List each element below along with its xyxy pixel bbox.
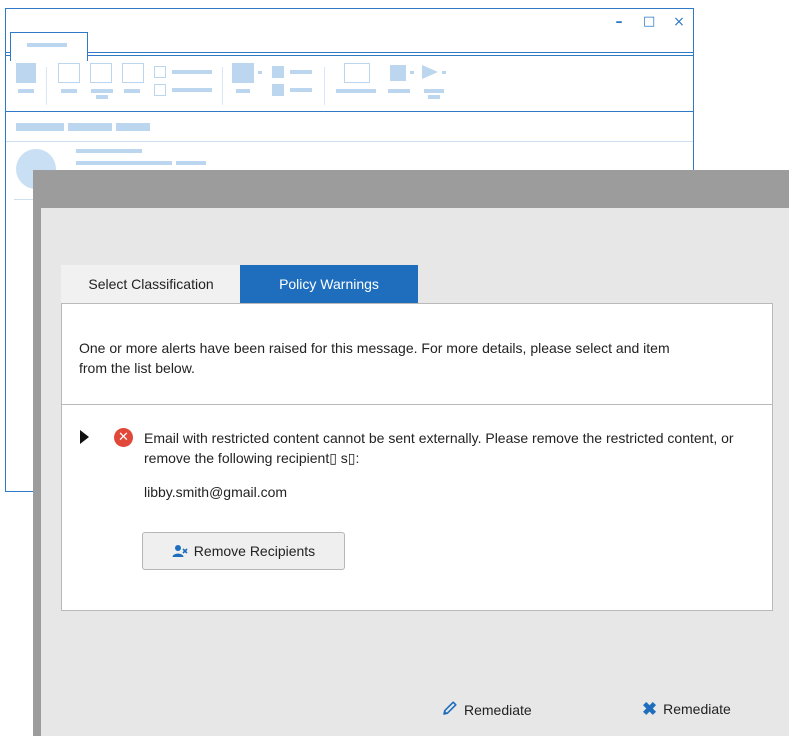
ribbon-grid-icon-placeholder [390,65,406,81]
ribbon-icon-placeholder [344,63,370,83]
minimize-button[interactable]: – [613,13,625,31]
maximize-button[interactable]: □ [643,13,655,31]
alert-message: Email with restricted content cannot be … [144,430,734,466]
ribbon-top-border-inner [6,55,693,56]
ribbon-divider [324,67,325,105]
ribbon-label-placeholder [290,88,312,92]
ribbon-icon-placeholder [90,63,112,83]
remediate-edit-label: Remediate [464,701,532,718]
ribbon-dropdown-placeholder [442,71,446,74]
pencil-icon [442,700,458,719]
ribbon-label-placeholder [172,88,212,92]
ribbon-tab-label-placeholder [27,43,67,47]
tab-select-classification[interactable]: Select Classification [61,265,241,303]
remove-recipients-button[interactable]: Remove Recipients [142,532,345,570]
ribbon-label-placeholder [91,89,113,93]
close-button[interactable]: × [673,13,685,31]
remediate-cancel-label: Remediate [663,701,731,717]
ribbon-label-placeholder [18,89,34,93]
tab-policy-warnings[interactable]: Policy Warnings [240,265,418,303]
ribbon-small-icon-placeholder [154,84,166,96]
ribbon-small-icon-placeholder [154,66,166,78]
ribbon-label-placeholder [172,70,212,74]
ribbon-label-placeholder [428,95,440,99]
ribbon-dropdown-placeholder [410,71,414,74]
ribbon-label-placeholder [336,89,376,93]
dialog-body: Select Classification Policy Warnings On… [41,208,789,736]
ribbon-label-placeholder [61,89,77,93]
policy-dialog: Select Classification Policy Warnings On… [33,170,789,736]
ribbon-top-border [6,52,693,53]
remediate-cancel-button[interactable]: ✖ Remediate [642,700,731,718]
toolbar-placeholder [16,123,64,131]
ribbon-icon-placeholder [58,63,80,83]
x-icon: ✖ [642,699,658,719]
remediate-edit-button[interactable]: Remediate [442,700,532,719]
ribbon-large-icon-placeholder [232,63,254,83]
window-controls: – □ × [613,13,685,31]
remove-recipients-label: Remove Recipients [193,543,316,559]
mail-header-separator [6,141,693,142]
ribbon-bottom-border [6,111,693,112]
ribbon-icon-placeholder [122,63,144,83]
ribbon-divider [46,67,47,105]
mail-line-placeholder [76,161,172,165]
toolbar-placeholder [68,123,112,131]
ribbon-dropdown-placeholder [258,71,262,74]
ribbon-large-icon-placeholder [16,63,36,83]
ribbon-tab[interactable] [10,32,88,61]
ribbon-small-icon-placeholder [272,84,284,96]
remove-person-icon [172,544,188,558]
panel-separator [62,404,772,405]
ribbon-label-placeholder [290,70,312,74]
ribbon-label-placeholder [124,89,140,93]
ribbon-small-icon-placeholder [272,66,284,78]
ribbon-label-placeholder [236,89,250,93]
ribbon-label-placeholder [388,89,410,93]
ribbon-label-placeholder [424,89,444,93]
error-icon: ✕ [114,428,133,447]
ribbon-divider [222,67,223,105]
policy-warnings-panel: One or more alerts have been raised for … [61,303,773,611]
toolbar-placeholder [116,123,150,131]
mail-line-placeholder [176,161,206,165]
expand-arrow-icon[interactable] [80,430,89,444]
intro-text: One or more alerts have been raised for … [79,340,670,376]
mail-line-placeholder [76,149,142,153]
recipient-email: libby.smith@gmail.com [144,484,288,500]
ribbon-send-icon-placeholder [422,65,438,79]
ribbon-label-placeholder [96,95,108,99]
